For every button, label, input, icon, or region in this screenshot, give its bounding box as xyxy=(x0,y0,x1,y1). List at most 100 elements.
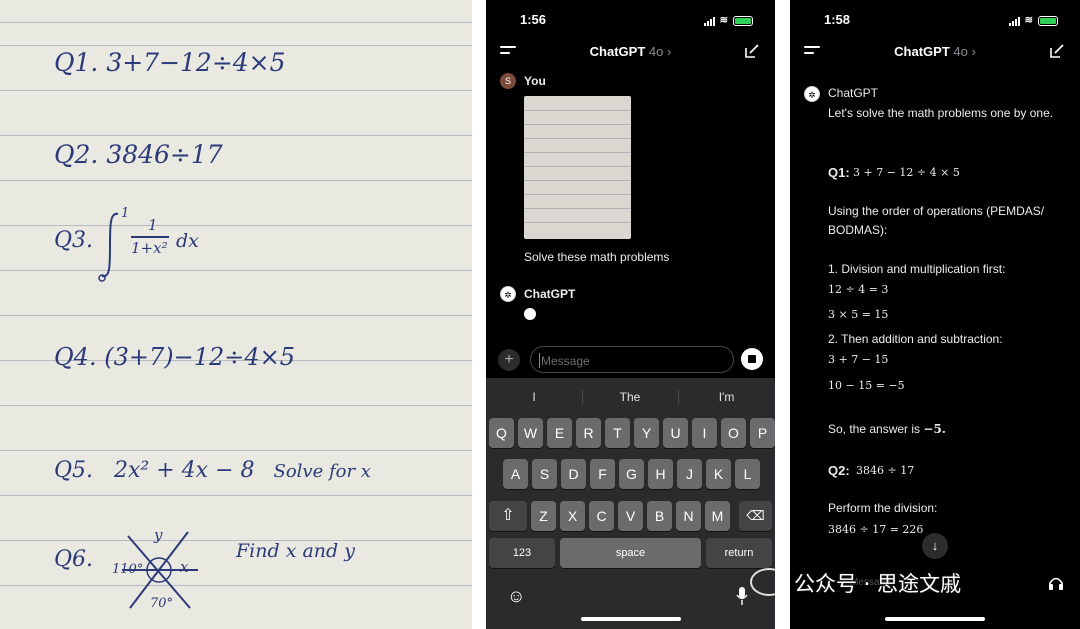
new-chat-icon[interactable] xyxy=(1048,42,1066,60)
step1-equation-a: 12 ÷ 4 = 3 xyxy=(828,283,889,296)
step1-equation-b: 3 × 5 = 15 xyxy=(828,308,889,321)
q5-label: Q5. xyxy=(54,458,94,483)
key-e[interactable]: E xyxy=(547,418,572,448)
key-t[interactable]: T xyxy=(605,418,630,448)
assistant-name: ChatGPT xyxy=(524,287,576,301)
key-d[interactable]: D xyxy=(561,459,586,489)
status-time: 1:58 xyxy=(824,12,851,27)
q2-heading: Q2: xyxy=(828,463,850,478)
model-selector[interactable]: ChatGPT 4o › xyxy=(486,44,775,59)
model-version: 4o › xyxy=(648,44,672,59)
key-x[interactable]: X xyxy=(560,501,585,531)
order-of-operations-text: Using the order of operations (PEMDAS/ B… xyxy=(828,204,1045,237)
chatgpt-logo-icon: ✲ xyxy=(804,86,820,102)
numbers-key[interactable]: 123 xyxy=(489,538,555,568)
key-g[interactable]: G xyxy=(619,459,644,489)
battery-icon xyxy=(1038,15,1058,26)
new-chat-icon[interactable] xyxy=(743,42,761,60)
q4-line: Q4. (3+7)−12÷4×5 xyxy=(54,343,295,371)
key-b[interactable]: B xyxy=(647,501,672,531)
q4-expression: (3+7)−12÷4×5 xyxy=(104,343,295,371)
key-v[interactable]: V xyxy=(618,501,643,531)
shift-key[interactable]: ⇧ xyxy=(489,501,527,531)
key-c[interactable]: C xyxy=(589,501,614,531)
scroll-down-button[interactable]: ↓ xyxy=(922,533,948,559)
suggestion-1[interactable]: I xyxy=(486,386,582,408)
key-u[interactable]: U xyxy=(663,418,688,448)
chat-header: ChatGPT 4o › xyxy=(486,40,775,66)
chatgpt-logo-icon: ✲ xyxy=(500,286,516,302)
header-title: ChatGPT xyxy=(894,44,950,59)
status-icons: ≋ xyxy=(703,15,753,26)
fraction-numerator: 1 xyxy=(148,216,158,234)
space-key[interactable]: space xyxy=(560,538,701,568)
user-message: Solve these math problems xyxy=(524,250,670,264)
key-n[interactable]: N xyxy=(676,501,701,531)
key-w[interactable]: W xyxy=(518,418,543,448)
cellular-signal-icon xyxy=(703,16,715,26)
q2-line: Q2. 3846÷17 xyxy=(54,140,223,169)
attach-button[interactable]: + xyxy=(498,349,520,371)
suggestion-2[interactable]: The xyxy=(582,386,678,408)
uploaded-image-thumbnail[interactable] xyxy=(524,96,631,239)
message-input[interactable]: Message xyxy=(530,346,734,373)
q5-expression: 2x² + 4x − 8 xyxy=(114,458,255,483)
q2-label: Q2. xyxy=(54,140,99,169)
q4-label: Q4. xyxy=(54,343,97,371)
step2-text: 2. Then addition and subtraction: xyxy=(828,332,1003,346)
key-q[interactable]: Q xyxy=(489,418,514,448)
emoji-icon[interactable]: ☺ xyxy=(507,586,525,607)
q1-expression: 3 + 7 − 12 ÷ 4 × 5 xyxy=(853,166,960,179)
angle-70-label: 70° xyxy=(150,596,174,611)
q5-note: Solve for x xyxy=(273,461,371,482)
key-o[interactable]: O xyxy=(721,418,746,448)
key-p[interactable]: P xyxy=(750,418,775,448)
chat-header: ChatGPT 4o › xyxy=(790,40,1080,66)
angle-110-label: 110° xyxy=(112,562,144,577)
key-h[interactable]: H xyxy=(648,459,673,489)
backspace-key[interactable]: ⌫ xyxy=(739,501,772,531)
key-r[interactable]: R xyxy=(576,418,601,448)
watermark-text: 公众号 · 思途文戚 xyxy=(794,572,962,596)
cellular-signal-icon xyxy=(1008,16,1020,26)
key-z[interactable]: Z xyxy=(531,501,556,531)
watermark: 公众号 · 思途文戚 xyxy=(750,566,962,600)
key-l[interactable]: L xyxy=(735,459,760,489)
status-time: 1:56 xyxy=(520,12,547,27)
suggestion-3[interactable]: I'm xyxy=(678,386,775,408)
key-s[interactable]: S xyxy=(532,459,557,489)
step2-equation-a: 3 + 7 − 15 xyxy=(828,353,889,366)
wechat-logo-icon xyxy=(750,568,788,596)
integral-lower-limit: 0 xyxy=(97,270,98,271)
key-j[interactable]: J xyxy=(677,459,702,489)
key-a[interactable]: A xyxy=(503,459,528,489)
q2-expression: 3846 ÷ 17 xyxy=(856,464,915,477)
header-title: ChatGPT xyxy=(589,44,646,59)
screenshot-composite: Q1. 3+7−12÷4×5 Q2. 3846÷17 Q3. 1 0 1 1+x… xyxy=(0,0,1080,629)
status-icons: ≋ xyxy=(1008,15,1058,26)
key-f[interactable]: F xyxy=(590,459,615,489)
key-m[interactable]: M xyxy=(705,501,730,531)
headphones-icon[interactable] xyxy=(1048,576,1064,590)
user-name: You xyxy=(524,74,546,88)
return-key[interactable]: return xyxy=(706,538,772,568)
microphone-icon[interactable] xyxy=(736,586,748,606)
angle-y-label: y xyxy=(154,526,163,544)
stop-generating-button[interactable] xyxy=(741,348,763,370)
intro-text: Let's solve the math problems one by one… xyxy=(828,106,1054,120)
home-indicator xyxy=(885,617,985,621)
key-y[interactable]: Y xyxy=(634,418,659,448)
model-selector[interactable]: ChatGPT 4o › xyxy=(790,44,1080,59)
notebook-photo: Q1. 3+7−12÷4×5 Q2. 3846÷17 Q3. 1 0 1 1+x… xyxy=(0,0,472,629)
fraction-bar xyxy=(131,236,169,238)
q1-heading: Q1: xyxy=(828,165,850,180)
q5-line: Q5. 2x² + 4x − 8 Solve for x xyxy=(54,458,371,483)
integral-dx: dx xyxy=(176,230,199,252)
key-i[interactable]: I xyxy=(692,418,717,448)
battery-icon xyxy=(733,15,753,26)
key-k[interactable]: K xyxy=(706,459,731,489)
typing-indicator xyxy=(524,308,536,320)
answer-line: So, the answer is −5. xyxy=(828,420,946,439)
q2-expression: 3846÷17 xyxy=(106,140,223,169)
q1-expression: 3+7−12÷4×5 xyxy=(106,48,286,77)
